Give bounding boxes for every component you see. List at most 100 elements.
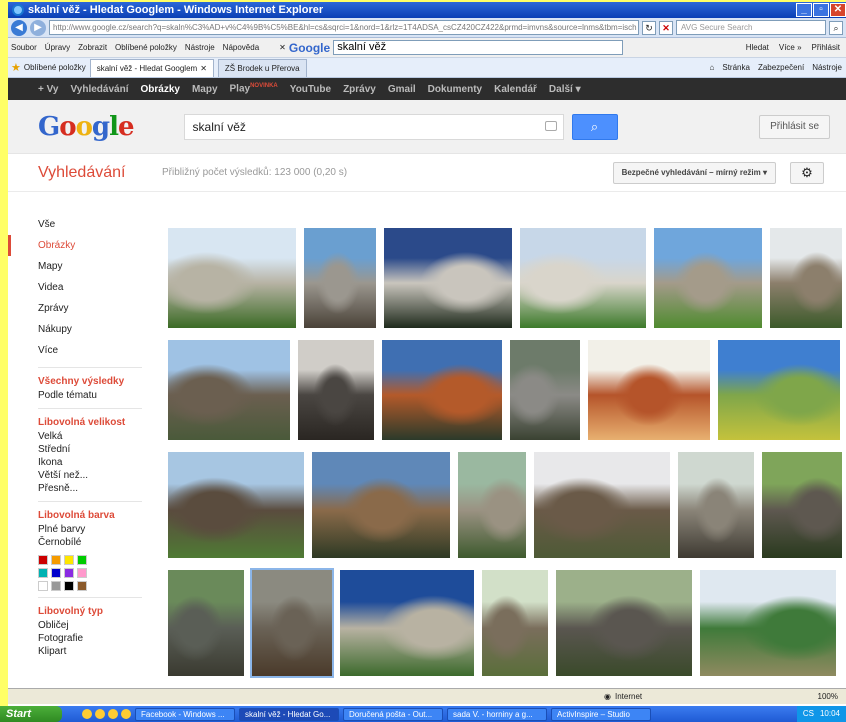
back-button[interactable]: ◀ bbox=[11, 19, 27, 36]
image-result-thumbnail[interactable] bbox=[340, 570, 474, 676]
filter-color-heading[interactable]: Libovolná barva bbox=[8, 509, 158, 523]
sidebar-item-all[interactable]: Vše bbox=[8, 214, 158, 235]
close-button[interactable]: ✕ bbox=[830, 3, 846, 17]
toolbar-close-icon[interactable]: ✕ bbox=[279, 43, 286, 52]
image-result-thumbnail[interactable] bbox=[556, 570, 692, 676]
taskbar-item[interactable]: sada V. - horniny a g... bbox=[447, 707, 547, 721]
stop-icon[interactable]: ✕ bbox=[659, 20, 673, 35]
home-icon[interactable]: ⌂ bbox=[710, 63, 715, 72]
quicklaunch-icon[interactable] bbox=[95, 709, 105, 719]
filter-size-icon[interactable]: Ikona bbox=[8, 456, 158, 469]
camera-icon[interactable] bbox=[544, 120, 557, 131]
gbar-you[interactable]: + Vy bbox=[38, 84, 58, 95]
gbar-search[interactable]: Vyhledávání bbox=[70, 84, 128, 95]
image-result-thumbnail[interactable] bbox=[304, 228, 376, 328]
color-swatch[interactable] bbox=[51, 555, 61, 565]
toolbar-search-button[interactable]: Hledat bbox=[746, 43, 769, 52]
image-result-thumbnail[interactable] bbox=[382, 340, 502, 440]
gbar-images[interactable]: Obrázky bbox=[140, 84, 179, 95]
search-icon[interactable]: ⌕ bbox=[829, 20, 843, 35]
gbar-gmail[interactable]: Gmail bbox=[388, 84, 416, 95]
toolbar-login-button[interactable]: Přihlásit bbox=[812, 43, 840, 52]
menu-napoveda[interactable]: Nápověda bbox=[223, 43, 259, 52]
gbar-docs[interactable]: Dokumenty bbox=[428, 84, 482, 95]
menu-nastroje[interactable]: Nástroje bbox=[185, 43, 215, 52]
taskbar-item[interactable]: Doručená pošta - Out... bbox=[343, 707, 443, 721]
color-swatch[interactable] bbox=[77, 568, 87, 578]
language-indicator[interactable]: CS bbox=[803, 706, 814, 722]
image-result-thumbnail[interactable] bbox=[168, 452, 304, 558]
sidebar-item-maps[interactable]: Mapy bbox=[8, 256, 158, 277]
image-result-thumbnail[interactable] bbox=[250, 568, 334, 678]
filter-size-larger[interactable]: Větší než... bbox=[8, 469, 158, 482]
signin-button[interactable]: Přihlásit se bbox=[759, 114, 830, 139]
tab-inactive[interactable]: ZŠ Brodek u Přerova bbox=[217, 58, 307, 77]
menu-soubor[interactable]: Soubor bbox=[11, 43, 37, 52]
image-result-thumbnail[interactable] bbox=[312, 452, 450, 558]
taskbar-item[interactable]: ActivInspire – Studio bbox=[551, 707, 651, 721]
image-result-thumbnail[interactable] bbox=[588, 340, 710, 440]
gbar-calendar[interactable]: Kalendář bbox=[494, 84, 537, 95]
image-result-thumbnail[interactable] bbox=[534, 452, 670, 558]
minimize-button[interactable]: _ bbox=[796, 3, 812, 17]
zoom-level[interactable]: 100% bbox=[818, 692, 846, 701]
gear-icon[interactable]: ⚙ bbox=[790, 161, 824, 184]
color-swatch[interactable] bbox=[64, 568, 74, 578]
tab-close-icon[interactable]: ✕ bbox=[200, 64, 207, 73]
filter-type-photo[interactable]: Fotografie bbox=[8, 632, 158, 645]
color-swatch[interactable] bbox=[77, 555, 87, 565]
image-result-thumbnail[interactable] bbox=[762, 452, 842, 558]
filter-color-full[interactable]: Plné barvy bbox=[8, 523, 158, 536]
taskbar-item-active[interactable]: skalní věž - Hledat Go... bbox=[239, 707, 339, 721]
sidebar-item-news[interactable]: Zprávy bbox=[8, 298, 158, 319]
url-field[interactable]: http://www.google.cz/search?q=skaln%C3%A… bbox=[49, 20, 639, 35]
color-swatch[interactable] bbox=[64, 581, 74, 591]
image-result-thumbnail[interactable] bbox=[168, 340, 290, 440]
tool-stranka[interactable]: Stránka bbox=[722, 63, 750, 72]
quicklaunch-icon[interactable] bbox=[82, 709, 92, 719]
filter-color-bw[interactable]: Černobílé bbox=[8, 536, 158, 549]
image-result-thumbnail[interactable] bbox=[510, 340, 580, 440]
favorites-button[interactable]: Oblíbené položky bbox=[24, 63, 86, 72]
start-button[interactable]: Start bbox=[0, 706, 62, 722]
search-button[interactable]: ⌕ bbox=[571, 113, 618, 140]
filter-type-clipart[interactable]: Klipart bbox=[8, 645, 158, 658]
filter-all-results[interactable]: Všechny výsledky bbox=[8, 375, 158, 389]
gbar-more[interactable]: Další ▾ bbox=[549, 84, 581, 95]
google-logo[interactable]: Google bbox=[38, 112, 135, 142]
avg-search-input[interactable]: AVG Secure Search bbox=[676, 20, 826, 35]
toolbar-more-button[interactable]: Více » bbox=[779, 43, 802, 52]
maximize-button[interactable]: ▫ bbox=[813, 3, 829, 17]
filter-type-heading[interactable]: Libovolný typ bbox=[8, 605, 158, 619]
sidebar-item-images[interactable]: Obrázky bbox=[8, 235, 158, 256]
color-swatch[interactable] bbox=[38, 568, 48, 578]
refresh-icon[interactable]: ↻ bbox=[642, 20, 656, 35]
color-swatch[interactable] bbox=[38, 555, 48, 565]
image-result-thumbnail[interactable] bbox=[482, 570, 548, 676]
color-swatch[interactable] bbox=[38, 581, 48, 591]
tool-zabezpeceni[interactable]: Zabezpečení bbox=[758, 63, 804, 72]
image-result-thumbnail[interactable] bbox=[678, 452, 754, 558]
image-result-thumbnail[interactable] bbox=[718, 340, 840, 440]
color-swatch[interactable] bbox=[77, 581, 87, 591]
image-result-thumbnail[interactable] bbox=[384, 228, 512, 328]
image-result-thumbnail[interactable] bbox=[168, 570, 244, 676]
color-swatch[interactable] bbox=[64, 555, 74, 565]
image-result-thumbnail[interactable] bbox=[458, 452, 526, 558]
quicklaunch-icon[interactable] bbox=[108, 709, 118, 719]
image-result-thumbnail[interactable] bbox=[298, 340, 374, 440]
filter-size-exact[interactable]: Přesně... bbox=[8, 482, 158, 495]
menu-oblibene[interactable]: Oblíbené položky bbox=[115, 43, 177, 52]
safe-search-dropdown[interactable]: Bezpečné vyhledávání – mírný režim ▾ bbox=[612, 161, 776, 184]
tool-nastroje[interactable]: Nástroje bbox=[812, 63, 842, 72]
image-result-thumbnail[interactable] bbox=[168, 228, 296, 328]
tab-active[interactable]: skalní věž - Hledat Googlem ✕ bbox=[89, 58, 214, 77]
forward-button[interactable]: ▶ bbox=[30, 19, 46, 36]
filter-size-heading[interactable]: Libovolná velikost bbox=[8, 416, 158, 430]
image-result-thumbnail[interactable] bbox=[770, 228, 842, 328]
search-input[interactable]: skalní věž bbox=[183, 113, 564, 140]
gbar-maps[interactable]: Mapy bbox=[192, 84, 218, 95]
gbar-youtube[interactable]: YouTube bbox=[290, 84, 331, 95]
filter-by-topic[interactable]: Podle tématu bbox=[8, 389, 158, 402]
sidebar-item-more[interactable]: Více bbox=[8, 340, 158, 361]
